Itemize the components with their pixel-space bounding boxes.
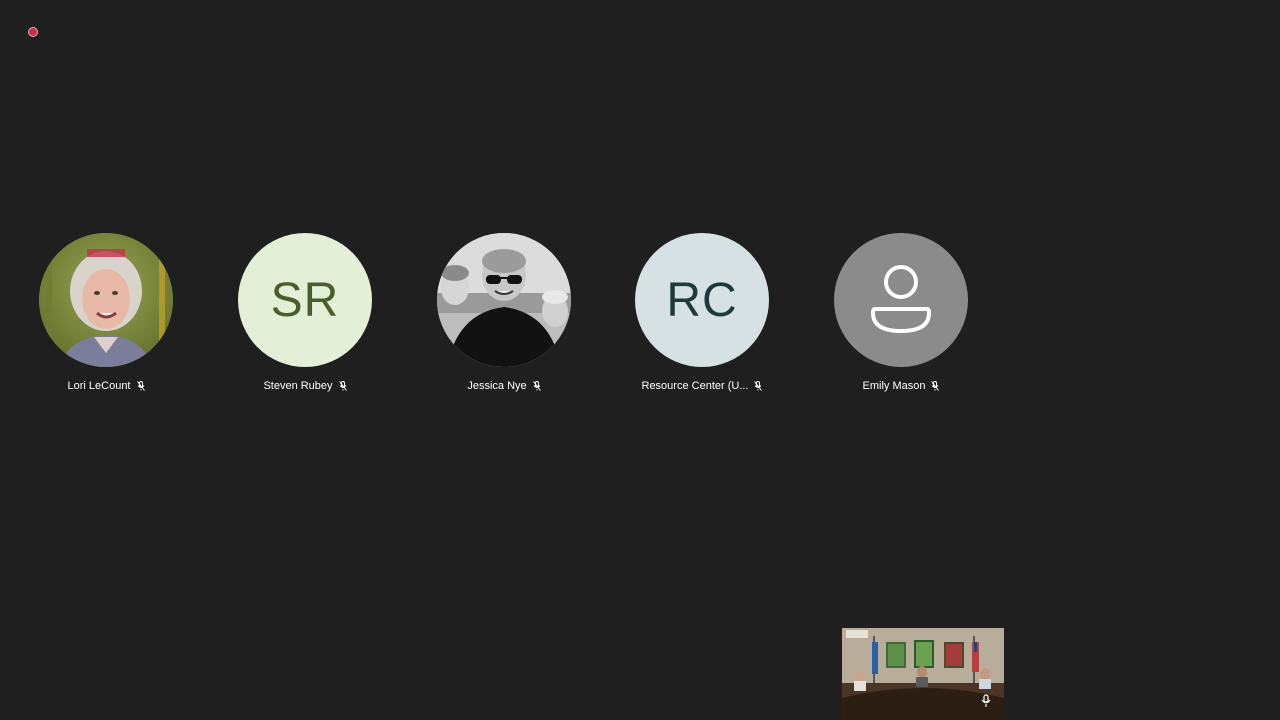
participant-avatar-initials: RC <box>635 233 769 367</box>
portrait-photo <box>39 233 173 367</box>
participant-tile[interactable]: RC Resource Center (U... <box>611 233 791 403</box>
participant-avatar-initials: SR <box>238 233 372 367</box>
mic-off-icon <box>136 381 145 391</box>
person-icon <box>871 265 931 333</box>
participant-name-row: Emily Mason <box>810 380 992 392</box>
participant-name-row: Lori LeCount <box>15 380 197 392</box>
participant-name-row: Jessica Nye <box>413 380 595 392</box>
participant-tile[interactable]: SR Steven Rubey <box>214 233 394 403</box>
participant-name: Resource Center (U... <box>641 380 749 392</box>
participant-avatar-default <box>834 233 968 367</box>
mic-off-icon <box>338 381 347 391</box>
participant-initials: RC <box>666 273 738 327</box>
mic-off-icon <box>532 381 541 391</box>
participant-name: Steven Rubey <box>263 380 333 392</box>
participant-initials: SR <box>270 273 340 327</box>
meeting-stage: Lori LeCount SR Steven Rubey Jessica Nye… <box>0 0 1280 720</box>
participant-avatar-photo <box>39 233 173 367</box>
microphone-icon[interactable] <box>980 694 992 708</box>
participant-name: Lori LeCount <box>67 380 131 392</box>
participant-name-row: Resource Center (U... <box>611 380 793 392</box>
participant-tile[interactable]: Emily Mason <box>810 233 990 403</box>
recording-indicator <box>28 27 38 37</box>
participant-name: Jessica Nye <box>467 380 527 392</box>
mic-off-icon <box>754 381 763 391</box>
self-view-video[interactable] <box>842 628 1004 720</box>
portrait-photo <box>437 233 571 367</box>
participant-name-row: Steven Rubey <box>214 380 396 392</box>
mic-off-icon <box>931 381 940 391</box>
participant-tile[interactable]: Jessica Nye <box>413 233 593 403</box>
participant-tile[interactable]: Lori LeCount <box>15 233 195 403</box>
participant-name: Emily Mason <box>862 380 926 392</box>
participant-avatar-photo <box>437 233 571 367</box>
